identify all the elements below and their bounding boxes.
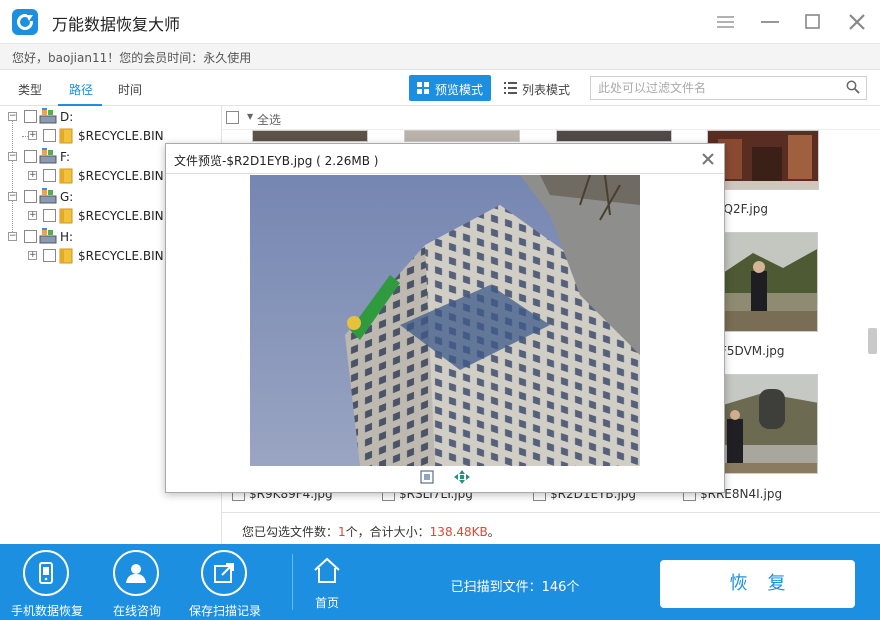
tree-drive-d[interactable]: − D:: [0, 107, 220, 127]
file-thumbnail[interactable]: [722, 232, 818, 332]
folder-icon: [59, 248, 73, 267]
folder-checkbox[interactable]: [43, 169, 56, 182]
file-name: F5DVM.jpg: [720, 344, 785, 358]
file-name: JQ2F.jpg: [720, 202, 768, 216]
fit-to-window-icon[interactable]: [420, 470, 434, 487]
folder-checkbox[interactable]: [43, 129, 56, 142]
file-preview-dialog: 文件预览-$R2D1EYB.jpg ( 2.26MB ): [165, 143, 725, 493]
expand-toggle-icon[interactable]: +: [28, 131, 37, 140]
status-suffix: 。: [487, 525, 500, 539]
folder-icon: [59, 128, 73, 147]
online-consult-button[interactable]: 在线咨询: [92, 550, 182, 620]
preview-title: 文件预览-$R2D1EYB.jpg ( 2.26MB ): [174, 154, 379, 168]
status-middle: 个，合计大小：: [345, 525, 430, 539]
drive-checkbox[interactable]: [24, 150, 37, 163]
folder-icon: [59, 208, 73, 227]
save-scan-record-label: 保存扫描记录: [188, 604, 261, 618]
list-mode-button[interactable]: 列表模式: [500, 75, 580, 101]
tab-type[interactable]: 类型: [18, 81, 42, 98]
select-all-checkbox[interactable]: [226, 111, 239, 124]
tree-folder-label: $RECYCLE.BIN: [78, 249, 164, 263]
bottom-action-bar: 手机数据恢复 在线咨询 保存扫描记录 首页 已扫描到文件：146个 恢复: [0, 544, 880, 620]
folder-checkbox[interactable]: [43, 249, 56, 262]
selection-status: 您已勾选文件数：1个，合计大小：138.48KB。: [242, 523, 500, 540]
drive-checkbox[interactable]: [24, 230, 37, 243]
folder-icon: [59, 168, 73, 187]
collapse-toggle-icon[interactable]: −: [8, 192, 17, 201]
phone-recovery-label: 手机数据恢复: [10, 604, 83, 618]
collapse-toggle-icon[interactable]: −: [8, 152, 17, 161]
status-prefix: 您已勾选文件数：: [242, 525, 339, 539]
preview-mode-label: 预览模式: [435, 83, 484, 97]
online-consult-label: 在线咨询: [112, 604, 161, 618]
drive-checkbox[interactable]: [24, 190, 37, 203]
folder-checkbox[interactable]: [43, 209, 56, 222]
home-label: 首页: [314, 596, 339, 610]
preview-mode-button[interactable]: 预览模式: [409, 75, 491, 101]
filename-filter-input[interactable]: [590, 76, 867, 100]
tree-folder-label: $RECYCLE.BIN: [78, 169, 164, 183]
tree-folder-label: $RECYCLE.BIN: [78, 129, 164, 143]
phone-icon: [23, 550, 69, 596]
tree-drive-label: F:: [60, 150, 71, 164]
tree-drive-label: G:: [60, 190, 74, 204]
menu-button[interactable]: [714, 10, 738, 34]
dropdown-arrow-icon[interactable]: ▼: [247, 112, 253, 121]
recover-button[interactable]: 恢复: [660, 560, 855, 608]
file-thumbnail[interactable]: [252, 130, 368, 142]
tab-path[interactable]: 路径: [69, 81, 93, 98]
minimize-button[interactable]: [758, 10, 782, 34]
preview-close-icon[interactable]: [700, 151, 716, 167]
search-icon[interactable]: [846, 80, 860, 97]
select-all-bar: ▼ 全选: [222, 106, 880, 130]
scrollbar-thumb[interactable]: [868, 328, 877, 354]
select-all-label[interactable]: 全选: [257, 111, 281, 128]
save-scan-record-button[interactable]: 保存扫描记录: [180, 550, 270, 620]
drive-icon: [39, 228, 57, 247]
tree-folder-label: $RECYCLE.BIN: [78, 209, 164, 223]
tree-drive-label: D:: [60, 110, 74, 124]
scan-count: 已扫描到文件：146个: [450, 580, 580, 595]
selected-size: 138.48KB: [429, 525, 488, 539]
home-icon: [312, 556, 342, 589]
app-title: 万能数据恢复大师: [52, 15, 181, 34]
expand-toggle-icon[interactable]: +: [28, 211, 37, 220]
tab-time[interactable]: 时间: [118, 81, 142, 98]
divider: [292, 554, 293, 610]
drive-icon: [39, 188, 57, 207]
list-icon: [504, 82, 517, 97]
drive-icon: [39, 148, 57, 167]
file-thumbnail[interactable]: [722, 374, 818, 474]
export-icon: [201, 550, 247, 596]
preview-image: [250, 175, 640, 466]
collapse-toggle-icon[interactable]: −: [8, 232, 17, 241]
phone-recovery-button[interactable]: 手机数据恢复: [2, 550, 92, 620]
grid-icon: [417, 82, 429, 97]
file-thumbnail[interactable]: [404, 130, 520, 142]
tree-drive-label: H:: [60, 230, 74, 244]
collapse-toggle-icon[interactable]: −: [8, 112, 17, 121]
maximize-button[interactable]: [801, 10, 825, 34]
list-mode-label: 列表模式: [522, 83, 571, 97]
greeting-bar: 您好，baojian11！您的会员时间：永久使用: [0, 44, 880, 70]
move-icon[interactable]: [454, 470, 470, 487]
expand-toggle-icon[interactable]: +: [28, 171, 37, 180]
close-button[interactable]: [845, 10, 869, 34]
user-icon: [113, 550, 159, 596]
selected-count: 1: [338, 525, 346, 539]
view-toolbar: 类型 路径 时间 预览模式 列表模式: [0, 70, 880, 106]
expand-toggle-icon[interactable]: +: [28, 251, 37, 260]
drive-icon: [39, 108, 57, 127]
home-button[interactable]: 首页: [305, 556, 349, 616]
title-bar: 万能数据恢复大师: [0, 0, 880, 44]
member-greeting: 您好，baojian11！您的会员时间：永久使用: [12, 51, 252, 65]
selection-status-bar: 您已勾选文件数：1个，合计大小：138.48KB。: [222, 512, 880, 544]
preview-title-bar: 文件预览-$R2D1EYB.jpg ( 2.26MB ): [166, 144, 724, 174]
app-logo-icon: [12, 9, 38, 35]
drive-checkbox[interactable]: [24, 110, 37, 123]
file-thumbnail[interactable]: [556, 130, 672, 142]
